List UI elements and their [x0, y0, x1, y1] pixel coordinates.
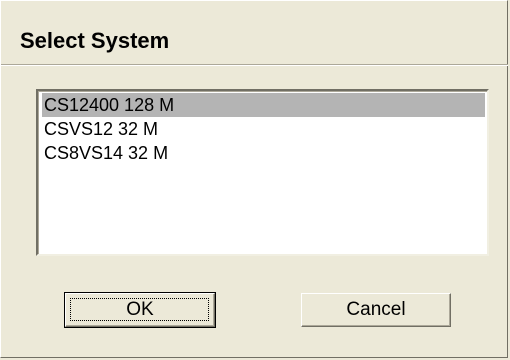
list-item[interactable]: CS8VS14 32 M — [42, 141, 485, 165]
ok-button[interactable]: OK — [64, 292, 216, 328]
dialog-title: Select System — [20, 28, 170, 53]
list-item[interactable]: CSVS12 32 M — [42, 117, 485, 141]
system-listbox[interactable]: CS12400 128 M CSVS12 32 M CS8VS14 32 M — [36, 89, 489, 256]
dialog-title-bar: Select System — [2, 2, 507, 64]
ok-button-label: OK — [126, 299, 154, 320]
cancel-button-label: Cancel — [346, 299, 406, 320]
title-separator — [1, 64, 508, 66]
cancel-button[interactable]: Cancel — [301, 293, 451, 327]
list-item[interactable]: CS12400 128 M — [42, 93, 485, 117]
select-system-dialog: Select System CS12400 128 M CSVS12 32 M … — [0, 0, 508, 358]
